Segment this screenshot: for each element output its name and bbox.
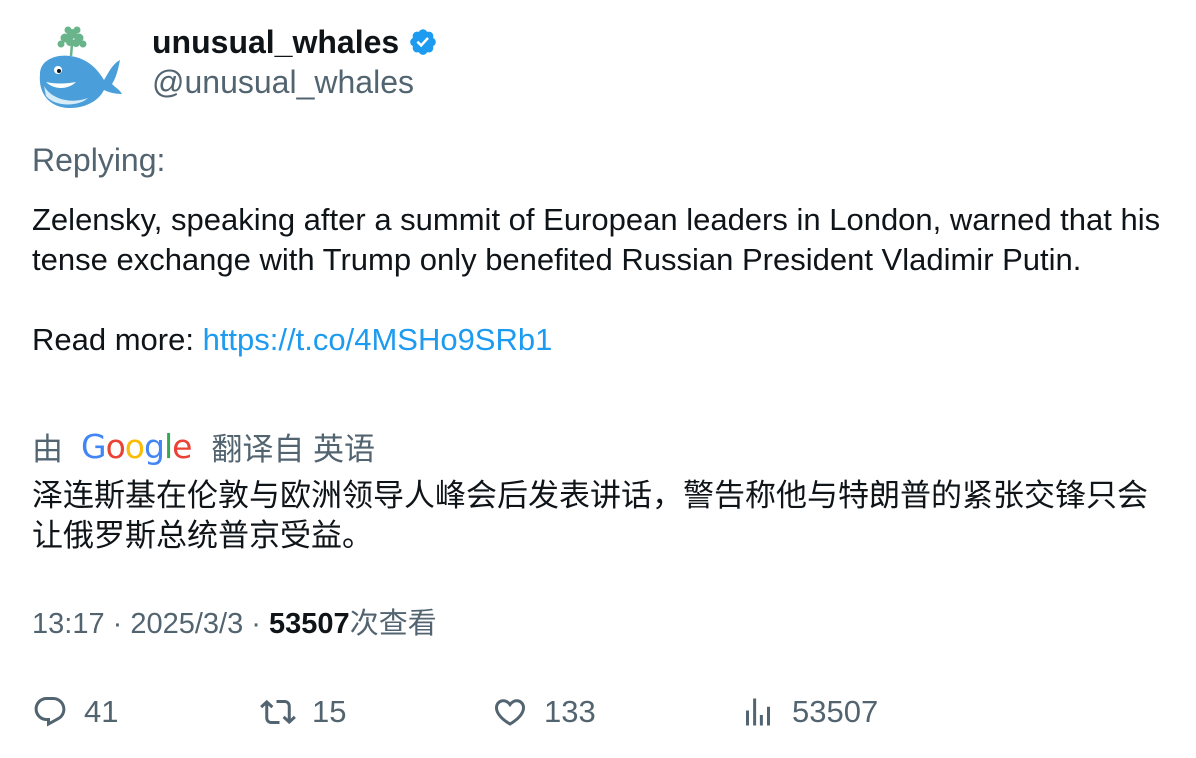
translated-by-label: 由 <box>32 431 63 467</box>
read-more-line: Read more: https://t.co/4MSHo9SRb1 <box>32 320 1172 360</box>
views-button[interactable]: 53507 <box>740 688 878 736</box>
meta-separator: · <box>104 608 131 640</box>
tweet-paragraph: Zelensky, speaking after a summit of Eur… <box>32 202 1161 277</box>
whale-avatar-icon[interactable] <box>32 24 124 112</box>
repost-icon <box>260 699 296 725</box>
repost-button[interactable]: 15 <box>260 688 346 736</box>
tweet-text: Zelensky, speaking after a summit of Eur… <box>32 200 1172 360</box>
tweet-header: unusual_whales @unusual_whales <box>32 24 1162 114</box>
tweet-link[interactable]: https://t.co/4MSHo9SRb1 <box>203 322 553 357</box>
analytics-icon <box>746 698 770 726</box>
translated-text: 泽连斯基在伦敦与欧洲领导人峰会后发表讲话，警告称他与特朗普的紧张交锋只会让俄罗斯… <box>32 478 1148 553</box>
author-name-text: unusual_whales <box>152 24 400 60</box>
meta-separator: · <box>243 608 270 640</box>
heart-icon <box>494 699 526 726</box>
author-handle[interactable]: @unusual_whales <box>152 64 414 100</box>
reply-button[interactable]: 41 <box>32 688 118 736</box>
like-button[interactable]: 133 <box>492 688 596 736</box>
like-count: 133 <box>544 694 596 729</box>
verified-badge-icon <box>408 27 438 57</box>
translation-attribution: 由 Google 翻译自 英语 <box>32 426 376 467</box>
reply-count: 41 <box>84 694 119 729</box>
read-more-label: Read more: <box>32 322 203 357</box>
google-logo-icon[interactable]: Google <box>81 427 192 466</box>
views-action-count: 53507 <box>792 694 879 729</box>
action-bar: 41 15 133 53507 <box>32 688 1162 736</box>
author-display-name[interactable]: unusual_whales <box>152 24 438 60</box>
tweet-meta: 13:17 · 2025/3/3 · 53507次查看 <box>32 604 437 644</box>
tweet-date[interactable]: 2025/3/3 <box>130 608 243 640</box>
repost-count: 15 <box>312 694 347 729</box>
tweet-time[interactable]: 13:17 <box>32 608 105 640</box>
replying-label: Replying: <box>32 142 166 178</box>
reply-icon <box>34 697 66 727</box>
views-count: 53507 <box>269 608 350 640</box>
views-label: 次查看 <box>349 608 437 640</box>
translated-from-label: 翻译自 英语 <box>211 431 376 467</box>
